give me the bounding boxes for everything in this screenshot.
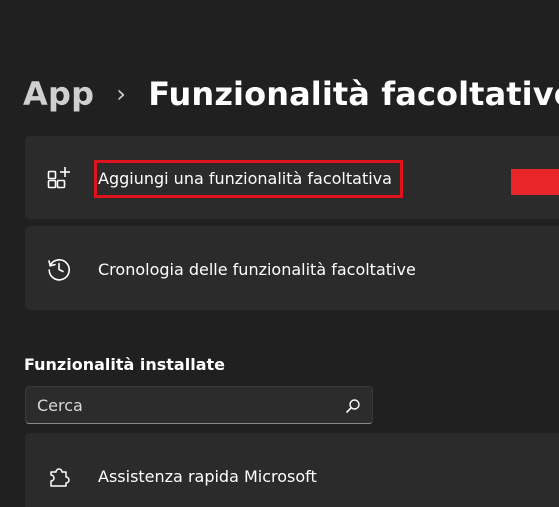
puzzle-icon <box>46 463 72 489</box>
optional-features-history-label: Cronologia delle funzionalità facoltativ… <box>98 260 416 279</box>
search-box[interactable] <box>25 386 373 424</box>
breadcrumb: App › Funzionalità facoltative <box>23 72 559 116</box>
breadcrumb-app-link[interactable]: App <box>23 75 94 113</box>
installed-features-heading: Funzionalità installate <box>24 355 225 374</box>
page-title: Funzionalità facoltative <box>148 75 559 113</box>
list-item[interactable]: Assistenza rapida Microsoft <box>25 433 559 507</box>
optional-features-history-card[interactable]: Cronologia delle funzionalità facoltativ… <box>25 226 559 310</box>
chevron-right-icon: › <box>116 80 126 108</box>
view-features-button[interactable] <box>511 169 559 195</box>
search-icon[interactable] <box>345 398 361 414</box>
add-apps-icon <box>46 165 72 191</box>
list-item-label: Assistenza rapida Microsoft <box>98 467 317 486</box>
add-optional-feature-label: Aggiungi una funzionalità facoltativa <box>98 169 392 188</box>
search-input[interactable] <box>37 387 327 423</box>
optional-features-page: App › Funzionalità facoltative Aggiungi … <box>0 0 559 507</box>
history-icon <box>46 256 72 282</box>
add-optional-feature-card[interactable]: Aggiungi una funzionalità facoltativa <box>25 136 559 219</box>
